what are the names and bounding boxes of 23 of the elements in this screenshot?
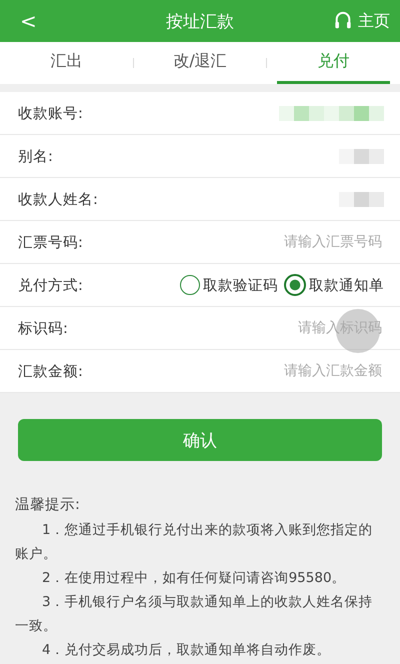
field-label: 兑付方式: <box>18 276 83 294</box>
tips-title: 温馨提示: <box>15 496 81 514</box>
tip-text: 2．在使用过程中，如有任何疑问请咨询95580。 <box>41 569 347 588</box>
field-label: 别名: <box>18 148 53 166</box>
field-label: 汇票号码: <box>18 234 83 252</box>
field-label: 收款账号: <box>18 104 83 122</box>
option-label[interactable]: 取款验证码 <box>203 276 278 294</box>
headset-icon[interactable] <box>334 11 352 31</box>
option-label[interactable]: 取款通知单 <box>309 276 384 294</box>
input-field[interactable]: 请输入汇票号码 <box>200 233 384 251</box>
tip-text: 3．手机银行户名须与取款通知单上的收款人姓名保持一致。 <box>15 593 374 636</box>
tab[interactable]: 兑付 <box>277 42 390 84</box>
field-label: 标识码: <box>18 320 68 338</box>
tip-text: 1．您通过手机银行兑付出来的款项将入账到您指定的账户。 <box>15 521 374 564</box>
input-field[interactable]: 请输入汇款金额 <box>200 362 384 380</box>
page-title: 按址汇款 <box>166 10 234 32</box>
radio-button[interactable] <box>180 275 200 295</box>
tab[interactable]: 改/退汇 <box>144 42 256 84</box>
radio-button[interactable] <box>284 274 306 296</box>
field-label: 收款人姓名: <box>18 190 98 208</box>
field-label: 汇款金额: <box>18 362 83 380</box>
tip-text: 4．兑付交易成功后，取款通知单将自动作废。 <box>41 641 332 660</box>
tab[interactable]: 汇出 <box>10 42 123 84</box>
